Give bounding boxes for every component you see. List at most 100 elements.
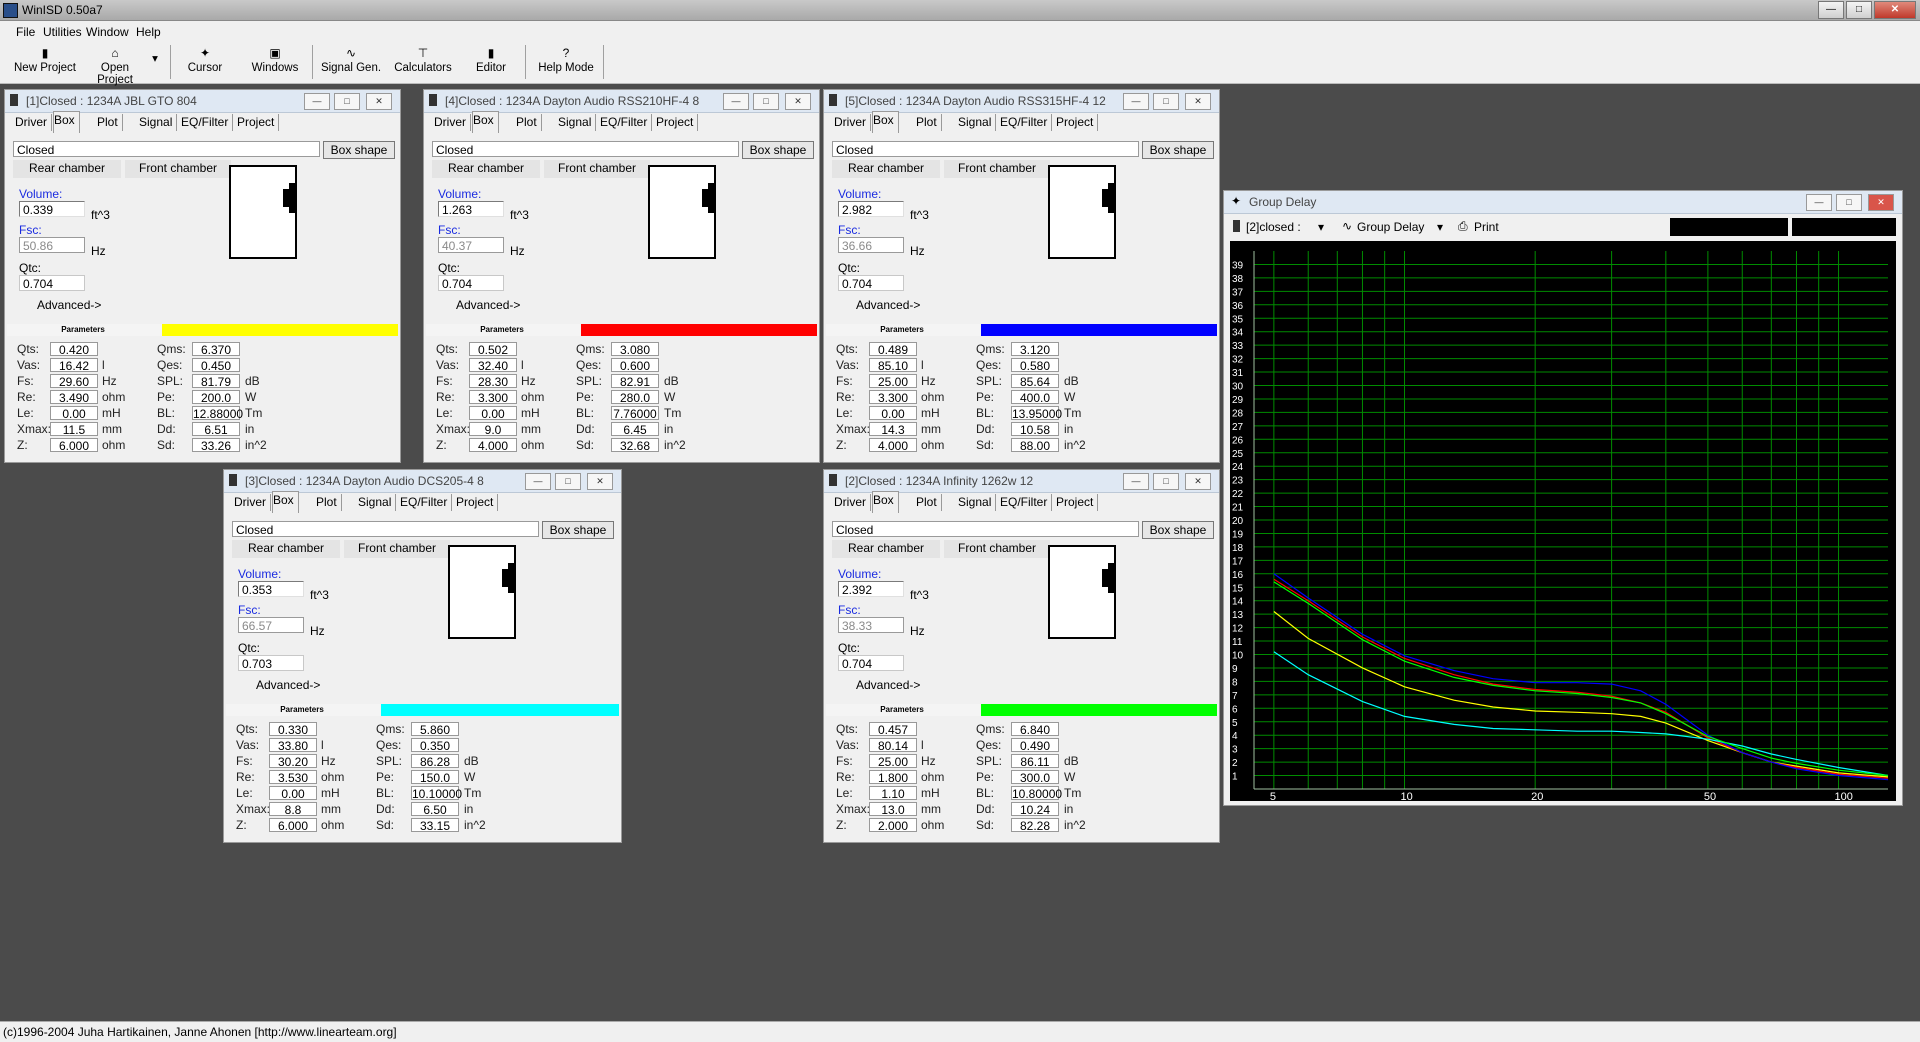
tab-project[interactable]: Project: [456, 494, 499, 511]
chevron-down-icon[interactable]: ▾: [1437, 220, 1443, 234]
advanced-link[interactable]: Advanced->: [856, 298, 920, 312]
box-shape-button[interactable]: Box shape: [542, 521, 614, 539]
rear-chamber-tab[interactable]: Rear chamber: [232, 540, 340, 558]
tab-box[interactable]: Box: [472, 111, 499, 133]
tab-eq-filter[interactable]: EQ/Filter: [181, 114, 234, 131]
volume-input[interactable]: 0.339: [19, 201, 85, 217]
menu-help[interactable]: Help: [136, 25, 161, 39]
tab-driver[interactable]: Driver: [434, 114, 471, 131]
window-maximize-button[interactable]: □: [334, 93, 360, 110]
box-shape-button[interactable]: Box shape: [1142, 521, 1214, 539]
tab-project[interactable]: Project: [1056, 494, 1099, 511]
window-minimize-button[interactable]: —: [304, 93, 330, 110]
tab-driver[interactable]: Driver: [234, 494, 271, 511]
volume-input[interactable]: 1.263: [438, 201, 504, 217]
windows-button[interactable]: ▣ Windows: [245, 44, 305, 80]
tab-driver[interactable]: Driver: [834, 114, 871, 131]
window-minimize-button[interactable]: —: [1123, 473, 1149, 490]
open-project-dropdown[interactable]: ▾: [150, 51, 160, 87]
project-select[interactable]: [2]closed :: [1246, 220, 1301, 234]
tab-signal[interactable]: Signal: [558, 114, 597, 131]
front-chamber-tab[interactable]: Front chamber: [125, 160, 231, 178]
box-type-select[interactable]: Closed: [13, 141, 320, 157]
plot-type-select[interactable]: Group Delay: [1357, 220, 1424, 234]
rear-chamber-tab[interactable]: Rear chamber: [13, 160, 121, 178]
window-maximize-button[interactable]: □: [753, 93, 779, 110]
menu-utilities[interactable]: Utilities: [43, 25, 82, 39]
minimize-button[interactable]: —: [1818, 1, 1844, 19]
window-close-button[interactable]: ✕: [1185, 473, 1211, 490]
window-maximize-button[interactable]: □: [555, 473, 581, 490]
tab-project[interactable]: Project: [1056, 114, 1099, 131]
tab-eq-filter[interactable]: EQ/Filter: [400, 494, 453, 511]
tab-driver[interactable]: Driver: [834, 494, 871, 511]
window-close-button[interactable]: ✕: [587, 473, 613, 490]
tab-eq-filter[interactable]: EQ/Filter: [1000, 114, 1053, 131]
window-close-button[interactable]: ✕: [366, 93, 392, 110]
tab-signal[interactable]: Signal: [958, 114, 997, 131]
rear-chamber-tab[interactable]: Rear chamber: [432, 160, 540, 178]
calculators-button[interactable]: ⊤ Calculators: [390, 44, 456, 80]
tab-project[interactable]: Project: [656, 114, 699, 131]
front-chamber-tab[interactable]: Front chamber: [544, 160, 650, 178]
help-mode-button[interactable]: ? Help Mode: [533, 44, 599, 80]
editor-button[interactable]: ▮ Editor: [467, 44, 515, 80]
window-minimize-button[interactable]: —: [1123, 93, 1149, 110]
tab-plot[interactable]: Plot: [916, 494, 942, 511]
tab-eq-filter[interactable]: EQ/Filter: [600, 114, 653, 131]
window-minimize-button[interactable]: —: [1806, 194, 1832, 211]
advanced-link[interactable]: Advanced->: [37, 298, 101, 312]
menu-file[interactable]: File: [16, 25, 35, 39]
window-close-button[interactable]: ✕: [1868, 194, 1894, 211]
box-shape-button[interactable]: Box shape: [742, 141, 814, 159]
advanced-link[interactable]: Advanced->: [256, 678, 320, 692]
chevron-down-icon[interactable]: ▾: [1318, 220, 1324, 234]
box-type-select[interactable]: Closed: [832, 521, 1139, 537]
tab-signal[interactable]: Signal: [958, 494, 997, 511]
rear-chamber-tab[interactable]: Rear chamber: [832, 540, 940, 558]
window-minimize-button[interactable]: —: [525, 473, 551, 490]
tab-box[interactable]: Box: [872, 111, 899, 133]
volume-input[interactable]: 0.353: [238, 581, 304, 597]
tab-signal[interactable]: Signal: [139, 114, 178, 131]
volume-input[interactable]: 2.982: [838, 201, 904, 217]
tab-project[interactable]: Project: [237, 114, 280, 131]
window-maximize-button[interactable]: □: [1153, 93, 1179, 110]
advanced-link[interactable]: Advanced->: [856, 678, 920, 692]
menu-window[interactable]: Window: [86, 25, 129, 39]
tab-plot[interactable]: Plot: [316, 494, 342, 511]
window-close-button[interactable]: ✕: [785, 93, 811, 110]
tab-box[interactable]: Box: [272, 491, 299, 513]
window-maximize-button[interactable]: □: [1153, 473, 1179, 490]
cursor-button[interactable]: ✦ Cursor: [180, 44, 230, 80]
box-type-select[interactable]: Closed: [832, 141, 1139, 157]
front-chamber-tab[interactable]: Front chamber: [344, 540, 450, 558]
front-chamber-tab[interactable]: Front chamber: [944, 540, 1050, 558]
tab-plot[interactable]: Plot: [916, 114, 942, 131]
tab-driver[interactable]: Driver: [15, 114, 52, 131]
box-type-select[interactable]: Closed: [432, 141, 739, 157]
tab-eq-filter[interactable]: EQ/Filter: [1000, 494, 1053, 511]
tab-signal[interactable]: Signal: [358, 494, 397, 511]
box-shape-button[interactable]: Box shape: [1142, 141, 1214, 159]
window-maximize-button[interactable]: □: [1836, 194, 1862, 211]
box-shape-button[interactable]: Box shape: [323, 141, 395, 159]
tab-box[interactable]: Box: [53, 111, 80, 133]
window-minimize-button[interactable]: —: [723, 93, 749, 110]
signal-gen-button[interactable]: ∿ Signal Gen.: [318, 44, 384, 80]
param-label: Xmax:: [836, 802, 871, 816]
volume-input[interactable]: 2.392: [838, 581, 904, 597]
close-button[interactable]: ✕: [1874, 1, 1916, 19]
rear-chamber-tab[interactable]: Rear chamber: [832, 160, 940, 178]
window-close-button[interactable]: ✕: [1185, 93, 1211, 110]
box-type-select[interactable]: Closed: [232, 521, 539, 537]
new-project-button[interactable]: ▮ New Project: [14, 44, 76, 80]
maximize-button[interactable]: □: [1846, 1, 1872, 19]
tab-plot[interactable]: Plot: [97, 114, 123, 131]
advanced-link[interactable]: Advanced->: [456, 298, 520, 312]
front-chamber-tab[interactable]: Front chamber: [944, 160, 1050, 178]
tab-plot[interactable]: Plot: [516, 114, 542, 131]
tab-box[interactable]: Box: [872, 491, 899, 513]
open-project-button[interactable]: ⌂ Open Project: [82, 44, 148, 86]
print-button[interactable]: Print: [1474, 220, 1499, 234]
